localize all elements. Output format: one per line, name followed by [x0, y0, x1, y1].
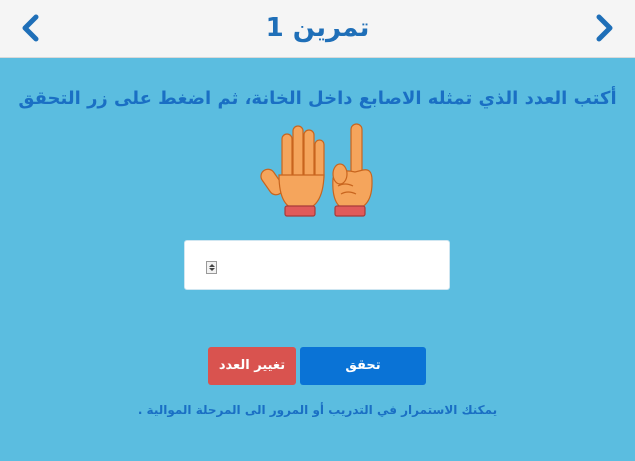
footnote-text: يمكنك الاستمرار في التدريب أو المرور الى… — [137, 403, 498, 417]
hands-counting-icon — [255, 120, 380, 225]
next-button[interactable] — [587, 12, 619, 44]
chevron-right-icon — [596, 14, 613, 42]
header-bar: تمرين 1 — [0, 0, 635, 58]
answer-input[interactable] — [185, 241, 449, 289]
right-hand-icon — [332, 123, 373, 217]
change-number-button[interactable]: تغيير العدد — [208, 347, 296, 385]
instruction-text: أكتب العدد الذي تمثله الاصابع داخل الخان… — [18, 88, 617, 109]
answer-field[interactable] — [184, 240, 450, 290]
left-hand-icon — [260, 125, 325, 217]
check-button[interactable]: تحقق — [300, 347, 426, 385]
page-title: تمرين 1 — [265, 13, 370, 43]
